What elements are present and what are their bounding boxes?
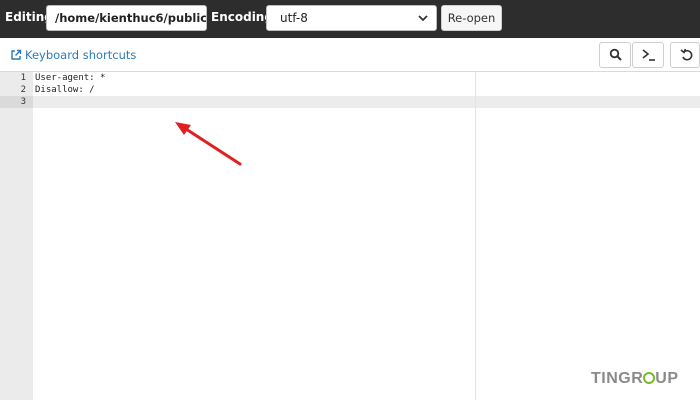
undo-button[interactable] (670, 42, 700, 68)
keyboard-shortcuts-label: Keyboard shortcuts (25, 48, 137, 62)
external-link-icon (11, 49, 22, 60)
line-number: 3 (20, 97, 26, 107)
annotation-arrow (175, 122, 242, 166)
reopen-button[interactable]: Re-open (441, 5, 502, 31)
encoding-value: utf-8 (280, 11, 308, 25)
active-line-highlight (33, 96, 700, 108)
terminal-button[interactable] (632, 42, 664, 68)
watermark-text-start: TIN (591, 370, 619, 387)
editor-toolbar: Editing: Encoding: utf-8 Re-open (0, 0, 700, 38)
editor-subtoolbar: Keyboard shortcuts (0, 38, 700, 72)
line-number: 2 (20, 85, 26, 95)
watermark-logo: TINGR UP (591, 370, 679, 388)
line-number: 1 (20, 73, 26, 83)
code-editor[interactable]: 1 2 3 User-agent: * Disallow: / (0, 72, 700, 400)
chevron-down-icon (418, 15, 428, 22)
encoding-select[interactable]: utf-8 (266, 5, 437, 31)
code-line[interactable]: Disallow: / (35, 85, 95, 95)
search-icon (609, 48, 622, 61)
print-margin (475, 72, 476, 400)
file-path-input[interactable] (46, 5, 207, 31)
watermark-text-end: UP (655, 370, 679, 387)
logo-ring-icon (643, 372, 656, 384)
undo-icon (680, 48, 693, 61)
search-button[interactable] (599, 42, 631, 68)
code-line[interactable]: User-agent: * (35, 73, 105, 83)
watermark-text-mid: GR (618, 370, 644, 387)
line-number-gutter (0, 72, 33, 400)
keyboard-shortcuts-link[interactable]: Keyboard shortcuts (10, 48, 136, 62)
terminal-icon (642, 49, 655, 61)
